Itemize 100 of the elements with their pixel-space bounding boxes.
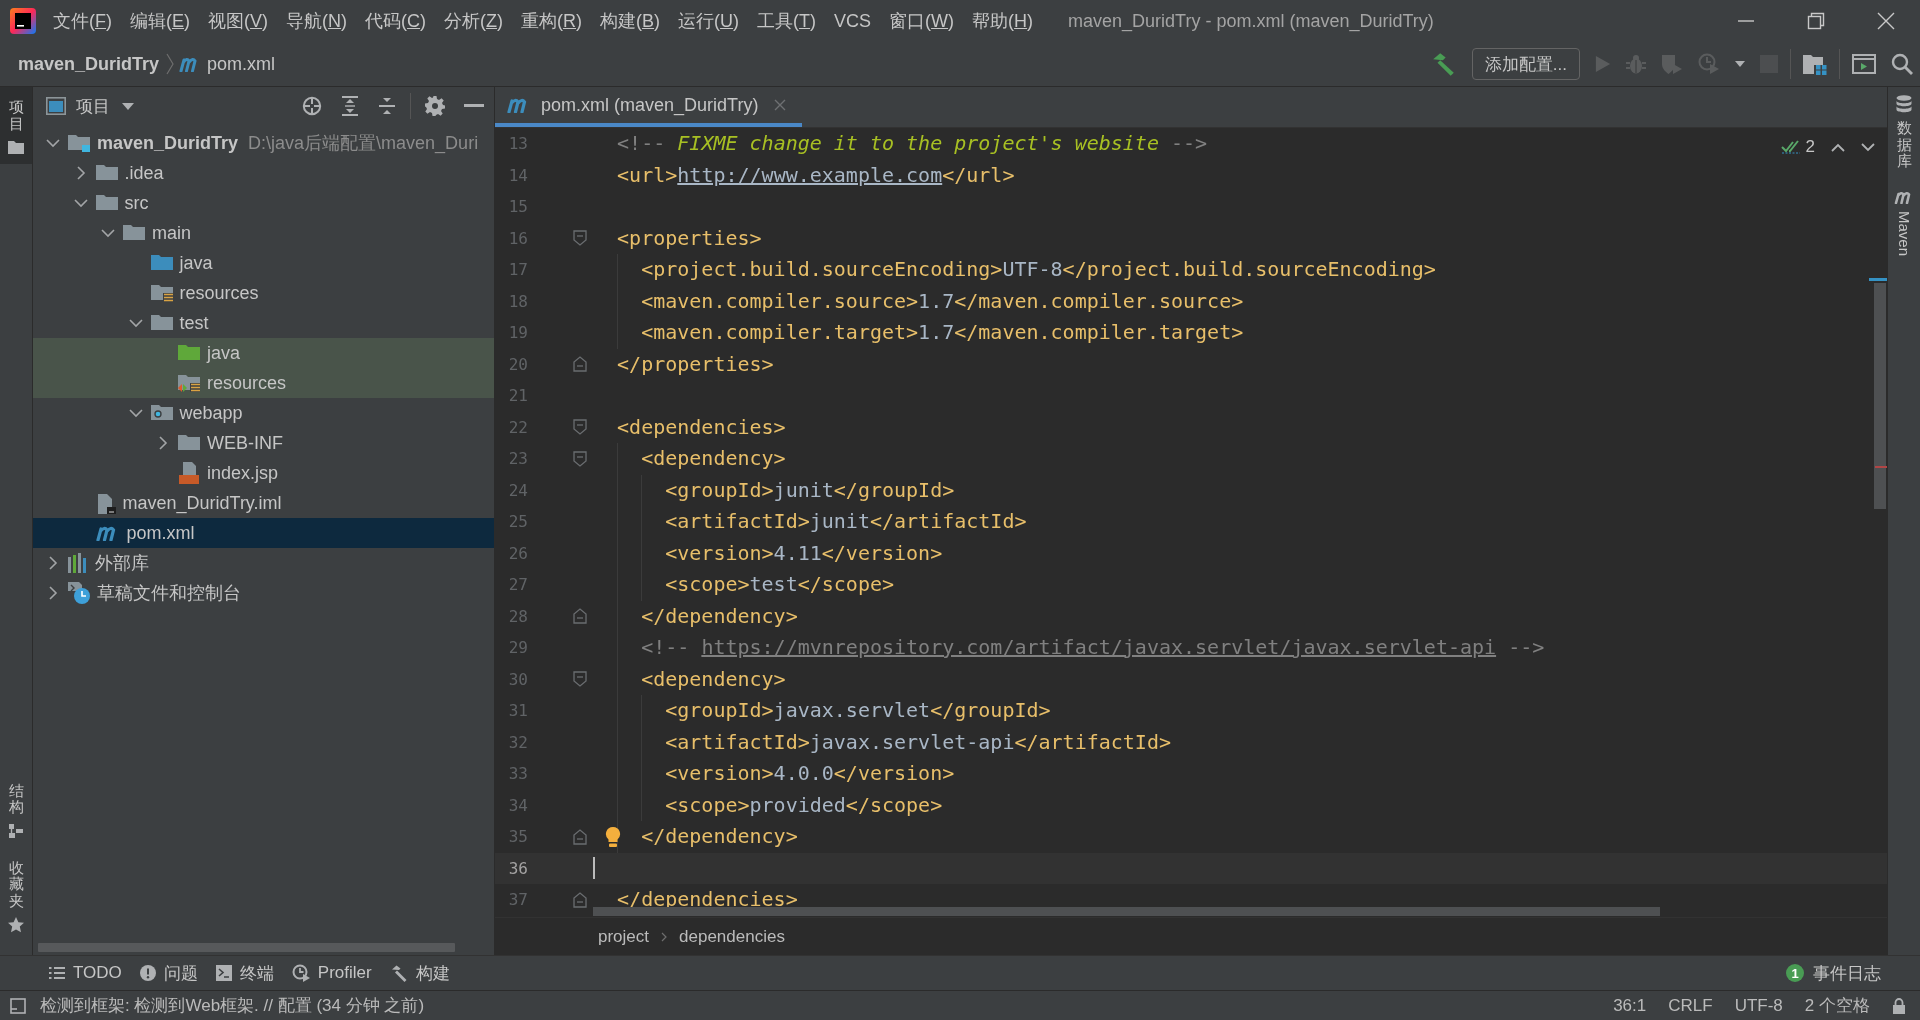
collapse-all-icon[interactable] [378, 96, 396, 116]
caret-icon[interactable] [1735, 61, 1745, 67]
chevron-icon[interactable] [46, 586, 60, 600]
fold-icon[interactable] [573, 608, 587, 625]
close-icon[interactable] [1877, 12, 1895, 30]
fold-icon[interactable] [573, 230, 587, 247]
tool-window-button[interactable]: 问题 [130, 958, 207, 988]
window-icon[interactable] [1852, 54, 1876, 74]
add-configuration-button[interactable]: 添加配置... [1471, 48, 1580, 80]
tree-item[interactable]: pom.xml [33, 518, 494, 548]
line-number: 36 [507, 858, 528, 878]
chevron-icon[interactable] [101, 226, 115, 240]
tree-item[interactable]: src [33, 188, 494, 218]
menu-item[interactable]: 运行(U) [669, 9, 749, 33]
tree-item[interactable]: test [33, 308, 494, 338]
menu-item[interactable]: 重构(R) [512, 9, 592, 33]
square-icon[interactable] [10, 997, 26, 1014]
line-number: 14 [507, 165, 528, 185]
tool-window-button[interactable]: 构建 [380, 958, 459, 988]
line-number: 31 [507, 701, 528, 721]
fold-icon[interactable] [573, 356, 587, 373]
menu-item[interactable]: 导航(N) [277, 9, 357, 33]
tree-item[interactable]: 外部库 [33, 548, 494, 578]
code-line: <url>http://www.example.com</url> [617, 161, 1015, 189]
tool-window-tab[interactable]: 数据库 [1888, 87, 1920, 182]
menu-item[interactable]: 代码(C) [356, 9, 436, 33]
crosshair-icon[interactable] [302, 96, 322, 116]
restore-icon[interactable] [1807, 12, 1825, 30]
tree-item[interactable]: index.jsp [33, 458, 494, 488]
search-icon[interactable] [1891, 53, 1913, 75]
chevron-icon [661, 931, 668, 942]
tree-item[interactable]: WEB-INF [33, 428, 494, 458]
tree-item[interactable]: resources [33, 278, 494, 308]
line-number: 35 [507, 827, 528, 847]
menu-item[interactable]: VCS [825, 10, 881, 32]
chevron-down-icon[interactable] [1861, 142, 1875, 152]
tree-item[interactable]: maven_DuridTry D:\java后端配置\maven_Duri [33, 128, 494, 158]
file-icon [178, 462, 200, 484]
chevron-up-icon[interactable] [1831, 142, 1845, 152]
expand-all-icon[interactable] [341, 96, 359, 116]
tree-item[interactable]: 草稿文件和控制台 [33, 578, 494, 608]
folder-grid-icon[interactable] [1803, 53, 1827, 75]
tree-item[interactable]: webapp [33, 398, 494, 428]
minimize-icon[interactable] [464, 104, 484, 108]
tool-window-tab[interactable]: 项目 [0, 87, 32, 164]
url-link[interactable]: https://mvnrepository.com/artifact/javax.servlet/javax.servlet-api [701, 635, 1497, 659]
tree-item[interactable]: java [33, 248, 494, 278]
fold-icon[interactable] [573, 671, 587, 688]
menu-item[interactable]: 帮助(H) [963, 9, 1043, 33]
tool-window-tab[interactable]: 结构 [0, 770, 32, 848]
panel-title[interactable]: 项目 [76, 94, 110, 118]
tree-item[interactable]: main [33, 218, 494, 248]
chevron-icon[interactable] [73, 196, 88, 210]
folder-icon [150, 284, 173, 302]
tool-window-button[interactable]: Profiler [282, 958, 381, 988]
inspection-widget[interactable]: 2 [1780, 137, 1815, 157]
status-item[interactable]: UTF-8 [1734, 995, 1783, 1016]
fold-icon[interactable] [573, 450, 587, 467]
tool-window-button[interactable]: 终端 [206, 958, 283, 988]
event-log-button[interactable]: 事件日志 [1804, 958, 1890, 988]
horizontal-scrollbar[interactable] [593, 907, 1660, 916]
breadcrumb-item[interactable]: maven_DuridTry [18, 53, 160, 75]
tree-item[interactable]: .idea [33, 158, 494, 188]
code-line: </dependency> [641, 602, 798, 630]
horizontal-scrollbar[interactable] [38, 942, 455, 952]
settings-icon[interactable] [425, 96, 445, 116]
chevron-icon[interactable] [128, 406, 143, 420]
vertical-scrollbar[interactable] [1874, 283, 1886, 509]
tool-window-tab[interactable]: Maven [1888, 181, 1920, 268]
chevron-icon[interactable] [46, 136, 60, 150]
tree-item[interactable]: maven_DuridTry.iml [33, 488, 494, 518]
tool-window-button[interactable]: TODO [40, 958, 131, 988]
fold-icon[interactable] [573, 419, 587, 436]
lock-icon[interactable] [1892, 997, 1906, 1014]
breadcrumb-item[interactable]: dependencies [679, 926, 785, 947]
menu-item[interactable]: 工具(T) [748, 9, 826, 33]
tree-item[interactable]: resources [33, 368, 494, 398]
chevron-icon[interactable] [46, 556, 60, 570]
menu-item[interactable]: 构建(B) [591, 9, 670, 33]
menu-item[interactable]: 编辑(E) [121, 9, 199, 33]
chevron-icon[interactable] [128, 316, 143, 330]
tool-window-tab[interactable]: 收藏夹 [0, 847, 32, 943]
tree-item[interactable]: java [33, 338, 494, 368]
fold-icon[interactable] [573, 891, 587, 908]
menu-item[interactable]: 分析(Z) [435, 9, 513, 33]
menu-item[interactable]: 窗口(W) [880, 9, 964, 33]
status-item[interactable]: CRLF [1668, 995, 1713, 1016]
status-item[interactable]: 2 个空格 [1804, 994, 1870, 1017]
breadcrumb-item[interactable]: project [598, 926, 650, 947]
menu-item[interactable]: 视图(V) [199, 9, 278, 33]
menu-item[interactable]: 文件(F) [44, 9, 121, 33]
line-number: 16 [507, 228, 528, 248]
url-link[interactable]: http://www.example.com [677, 162, 943, 187]
caret-icon[interactable] [122, 102, 134, 110]
status-message[interactable]: 检测到框架: 检测到Web框架. // 配置 (34 分钟 之前) [40, 994, 425, 1017]
lightbulb-icon[interactable] [605, 827, 621, 847]
status-item[interactable]: 36:1 [1613, 995, 1647, 1016]
breadcrumb-item[interactable]: pom.xml [207, 53, 276, 75]
chevron-icon[interactable] [156, 436, 170, 450]
fold-icon[interactable] [573, 828, 587, 845]
